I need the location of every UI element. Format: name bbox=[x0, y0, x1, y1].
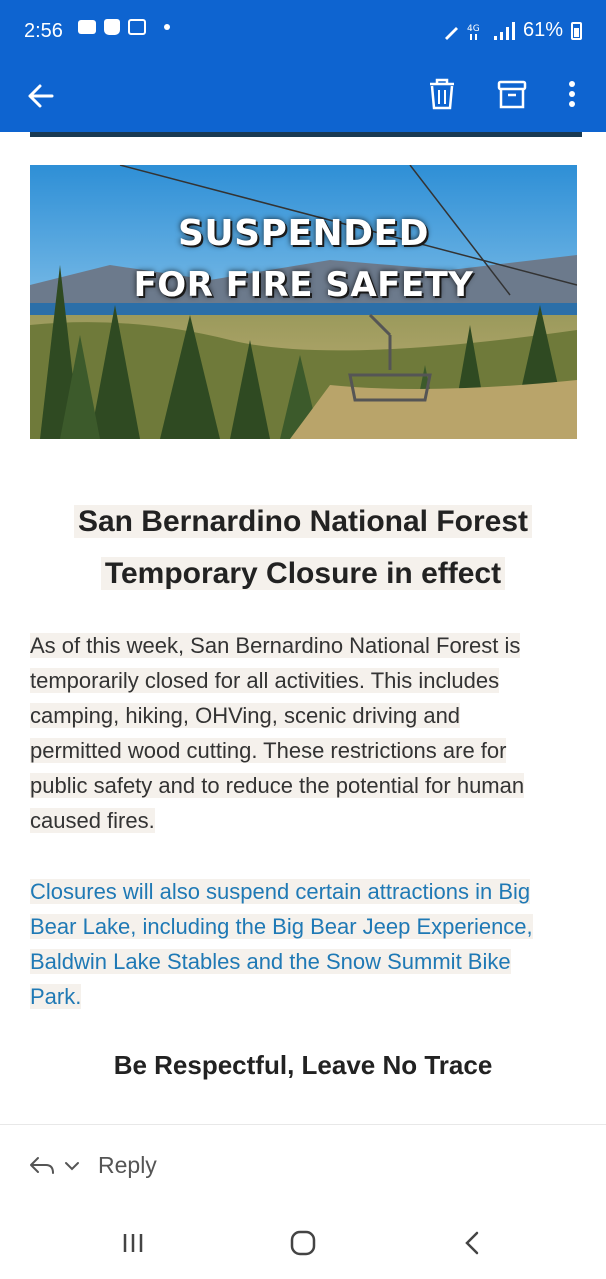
email-app-bar bbox=[0, 62, 606, 132]
status-right-group: 4G 61% bbox=[443, 19, 582, 42]
pen-icon bbox=[444, 26, 458, 40]
paragraph1-line: As of this week, San Bernardino National… bbox=[30, 633, 521, 658]
battery-icon bbox=[571, 21, 582, 40]
recent-apps-icon[interactable] bbox=[120, 1232, 146, 1254]
paragraph1-line: temporarily closed for all activities. T… bbox=[30, 668, 500, 693]
email-heading-line1: San Bernardino National Forest bbox=[0, 496, 606, 548]
more-notifications-dot-icon bbox=[164, 24, 170, 30]
email-tagline: Be Respectful, Leave No Trace bbox=[113, 1050, 493, 1080]
fire-safety-banner-image: SUSPENDED FOR FIRE SAFETY bbox=[30, 165, 577, 439]
chat-notification-icon bbox=[78, 20, 96, 34]
banner-title-line2: FOR FIRE SAFETY bbox=[133, 265, 474, 305]
heading-line2-text: Temporary Closure in effect bbox=[100, 557, 506, 590]
paragraph1-line: public safety and to reduce the potentia… bbox=[30, 773, 525, 798]
paragraph2-line: Park. bbox=[30, 984, 82, 1009]
trash-icon[interactable] bbox=[424, 74, 460, 114]
reply-label: Reply bbox=[98, 1152, 157, 1178]
more-vert-icon[interactable] bbox=[560, 74, 584, 114]
paragraph1-line: caused fires. bbox=[30, 808, 155, 833]
content-divider bbox=[0, 1124, 606, 1125]
paragraph1-line: permitted wood cutting. These restrictio… bbox=[30, 738, 507, 763]
banner-title-line1: SUSPENDED bbox=[177, 213, 430, 254]
signal-bars-icon bbox=[493, 21, 515, 40]
reply-arrow-icon bbox=[30, 1156, 54, 1174]
email-header-divider bbox=[30, 132, 582, 137]
reply-button[interactable]: Reply bbox=[28, 1152, 157, 1179]
chevron-down-icon[interactable] bbox=[64, 1160, 80, 1172]
archive-icon[interactable] bbox=[494, 74, 530, 114]
data-network-icon: 4G bbox=[467, 24, 480, 40]
email-heading-line2: Temporary Closure in effect bbox=[0, 548, 606, 600]
battery-percent: 61% bbox=[522, 19, 563, 41]
paragraph2-line: Baldwin Lake Stables and the Snow Summit… bbox=[30, 949, 511, 974]
paragraph2-line: Closures will also suspend certain attra… bbox=[30, 879, 531, 904]
system-nav-bar bbox=[0, 1200, 606, 1279]
outlook-icon bbox=[128, 19, 146, 35]
shopping-bag-icon bbox=[104, 19, 120, 35]
signal-label: 4G bbox=[467, 24, 480, 34]
closure-paragraph: As of this week, San Bernardino National… bbox=[30, 628, 580, 838]
home-icon[interactable] bbox=[290, 1230, 316, 1256]
paragraph2-line: Bear Lake, including the Big Bear Jeep E… bbox=[30, 914, 533, 939]
attractions-paragraph: Closures will also suspend certain attra… bbox=[30, 874, 580, 1014]
paragraph1-line: camping, hiking, OHVing, scenic driving … bbox=[30, 703, 461, 728]
heading-line1-text: San Bernardino National Forest bbox=[73, 505, 533, 538]
nav-back-icon[interactable] bbox=[462, 1230, 482, 1256]
notification-icons bbox=[78, 19, 170, 35]
back-arrow-icon[interactable] bbox=[22, 76, 62, 116]
status-time: 2:56 bbox=[24, 20, 63, 42]
status-bar: 2:56 4G 61% bbox=[0, 0, 606, 62]
